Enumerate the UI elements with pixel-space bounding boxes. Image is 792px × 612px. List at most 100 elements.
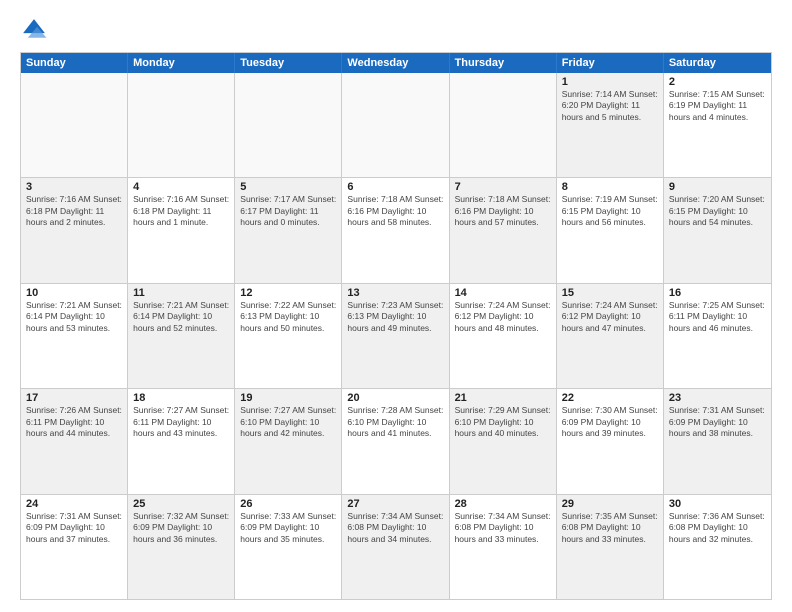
calendar-header: SundayMondayTuesdayWednesdayThursdayFrid… — [21, 53, 771, 73]
calendar-cell-day-26: 26Sunrise: 7:33 AM Sunset: 6:09 PM Dayli… — [235, 495, 342, 599]
day-number: 8 — [562, 181, 658, 193]
day-info: Sunrise: 7:30 AM Sunset: 6:09 PM Dayligh… — [562, 405, 658, 439]
calendar-cell-day-19: 19Sunrise: 7:27 AM Sunset: 6:10 PM Dayli… — [235, 389, 342, 493]
day-number: 3 — [26, 181, 122, 193]
calendar-cell-day-16: 16Sunrise: 7:25 AM Sunset: 6:11 PM Dayli… — [664, 284, 771, 388]
cal-header-day-thursday: Thursday — [450, 53, 557, 73]
day-number: 9 — [669, 181, 766, 193]
day-info: Sunrise: 7:18 AM Sunset: 6:16 PM Dayligh… — [455, 194, 551, 228]
day-info: Sunrise: 7:31 AM Sunset: 6:09 PM Dayligh… — [669, 405, 766, 439]
cal-header-day-tuesday: Tuesday — [235, 53, 342, 73]
calendar-cell-day-3: 3Sunrise: 7:16 AM Sunset: 6:18 PM Daylig… — [21, 178, 128, 282]
day-number: 15 — [562, 287, 658, 299]
cal-header-day-wednesday: Wednesday — [342, 53, 449, 73]
calendar-cell-day-9: 9Sunrise: 7:20 AM Sunset: 6:15 PM Daylig… — [664, 178, 771, 282]
day-number: 16 — [669, 287, 766, 299]
calendar-cell-day-23: 23Sunrise: 7:31 AM Sunset: 6:09 PM Dayli… — [664, 389, 771, 493]
day-number: 17 — [26, 392, 122, 404]
day-info: Sunrise: 7:29 AM Sunset: 6:10 PM Dayligh… — [455, 405, 551, 439]
calendar-row-3: 17Sunrise: 7:26 AM Sunset: 6:11 PM Dayli… — [21, 388, 771, 493]
calendar-cell-empty-0-4 — [450, 73, 557, 177]
day-info: Sunrise: 7:16 AM Sunset: 6:18 PM Dayligh… — [133, 194, 229, 228]
day-number: 11 — [133, 287, 229, 299]
calendar-cell-day-10: 10Sunrise: 7:21 AM Sunset: 6:14 PM Dayli… — [21, 284, 128, 388]
calendar-cell-day-8: 8Sunrise: 7:19 AM Sunset: 6:15 PM Daylig… — [557, 178, 664, 282]
day-info: Sunrise: 7:16 AM Sunset: 6:18 PM Dayligh… — [26, 194, 122, 228]
calendar-row-4: 24Sunrise: 7:31 AM Sunset: 6:09 PM Dayli… — [21, 494, 771, 599]
day-number: 14 — [455, 287, 551, 299]
day-info: Sunrise: 7:32 AM Sunset: 6:09 PM Dayligh… — [133, 511, 229, 545]
calendar-cell-day-27: 27Sunrise: 7:34 AM Sunset: 6:08 PM Dayli… — [342, 495, 449, 599]
calendar-row-1: 3Sunrise: 7:16 AM Sunset: 6:18 PM Daylig… — [21, 177, 771, 282]
calendar-cell-day-18: 18Sunrise: 7:27 AM Sunset: 6:11 PM Dayli… — [128, 389, 235, 493]
day-info: Sunrise: 7:34 AM Sunset: 6:08 PM Dayligh… — [347, 511, 443, 545]
day-info: Sunrise: 7:24 AM Sunset: 6:12 PM Dayligh… — [562, 300, 658, 334]
calendar-cell-empty-0-2 — [235, 73, 342, 177]
calendar-cell-day-14: 14Sunrise: 7:24 AM Sunset: 6:12 PM Dayli… — [450, 284, 557, 388]
calendar-cell-empty-0-0 — [21, 73, 128, 177]
day-info: Sunrise: 7:28 AM Sunset: 6:10 PM Dayligh… — [347, 405, 443, 439]
day-info: Sunrise: 7:33 AM Sunset: 6:09 PM Dayligh… — [240, 511, 336, 545]
calendar-cell-day-6: 6Sunrise: 7:18 AM Sunset: 6:16 PM Daylig… — [342, 178, 449, 282]
calendar-body: 1Sunrise: 7:14 AM Sunset: 6:20 PM Daylig… — [21, 73, 771, 599]
calendar-cell-day-13: 13Sunrise: 7:23 AM Sunset: 6:13 PM Dayli… — [342, 284, 449, 388]
calendar-cell-day-4: 4Sunrise: 7:16 AM Sunset: 6:18 PM Daylig… — [128, 178, 235, 282]
logo — [20, 16, 52, 44]
calendar-cell-day-7: 7Sunrise: 7:18 AM Sunset: 6:16 PM Daylig… — [450, 178, 557, 282]
calendar-cell-day-25: 25Sunrise: 7:32 AM Sunset: 6:09 PM Dayli… — [128, 495, 235, 599]
calendar-cell-day-11: 11Sunrise: 7:21 AM Sunset: 6:14 PM Dayli… — [128, 284, 235, 388]
day-number: 18 — [133, 392, 229, 404]
day-info: Sunrise: 7:18 AM Sunset: 6:16 PM Dayligh… — [347, 194, 443, 228]
cal-header-day-saturday: Saturday — [664, 53, 771, 73]
calendar-cell-day-24: 24Sunrise: 7:31 AM Sunset: 6:09 PM Dayli… — [21, 495, 128, 599]
day-info: Sunrise: 7:19 AM Sunset: 6:15 PM Dayligh… — [562, 194, 658, 228]
day-number: 4 — [133, 181, 229, 193]
day-number: 27 — [347, 498, 443, 510]
day-info: Sunrise: 7:23 AM Sunset: 6:13 PM Dayligh… — [347, 300, 443, 334]
calendar-cell-day-29: 29Sunrise: 7:35 AM Sunset: 6:08 PM Dayli… — [557, 495, 664, 599]
calendar-cell-day-22: 22Sunrise: 7:30 AM Sunset: 6:09 PM Dayli… — [557, 389, 664, 493]
calendar-cell-day-28: 28Sunrise: 7:34 AM Sunset: 6:08 PM Dayli… — [450, 495, 557, 599]
page: SundayMondayTuesdayWednesdayThursdayFrid… — [0, 0, 792, 612]
day-number: 24 — [26, 498, 122, 510]
day-number: 12 — [240, 287, 336, 299]
calendar-row-0: 1Sunrise: 7:14 AM Sunset: 6:20 PM Daylig… — [21, 73, 771, 177]
day-info: Sunrise: 7:17 AM Sunset: 6:17 PM Dayligh… — [240, 194, 336, 228]
day-number: 21 — [455, 392, 551, 404]
calendar-cell-day-2: 2Sunrise: 7:15 AM Sunset: 6:19 PM Daylig… — [664, 73, 771, 177]
calendar-cell-day-12: 12Sunrise: 7:22 AM Sunset: 6:13 PM Dayli… — [235, 284, 342, 388]
day-number: 13 — [347, 287, 443, 299]
day-number: 10 — [26, 287, 122, 299]
calendar-row-2: 10Sunrise: 7:21 AM Sunset: 6:14 PM Dayli… — [21, 283, 771, 388]
day-number: 26 — [240, 498, 336, 510]
day-info: Sunrise: 7:14 AM Sunset: 6:20 PM Dayligh… — [562, 89, 658, 123]
day-info: Sunrise: 7:21 AM Sunset: 6:14 PM Dayligh… — [26, 300, 122, 334]
calendar-cell-day-17: 17Sunrise: 7:26 AM Sunset: 6:11 PM Dayli… — [21, 389, 128, 493]
day-info: Sunrise: 7:31 AM Sunset: 6:09 PM Dayligh… — [26, 511, 122, 545]
cal-header-day-friday: Friday — [557, 53, 664, 73]
day-number: 2 — [669, 76, 766, 88]
day-info: Sunrise: 7:26 AM Sunset: 6:11 PM Dayligh… — [26, 405, 122, 439]
day-number: 28 — [455, 498, 551, 510]
calendar-cell-day-21: 21Sunrise: 7:29 AM Sunset: 6:10 PM Dayli… — [450, 389, 557, 493]
day-number: 20 — [347, 392, 443, 404]
day-number: 1 — [562, 76, 658, 88]
calendar-cell-day-30: 30Sunrise: 7:36 AM Sunset: 6:08 PM Dayli… — [664, 495, 771, 599]
day-number: 19 — [240, 392, 336, 404]
calendar: SundayMondayTuesdayWednesdayThursdayFrid… — [20, 52, 772, 600]
logo-icon — [20, 16, 48, 44]
day-info: Sunrise: 7:22 AM Sunset: 6:13 PM Dayligh… — [240, 300, 336, 334]
day-info: Sunrise: 7:25 AM Sunset: 6:11 PM Dayligh… — [669, 300, 766, 334]
calendar-cell-empty-0-1 — [128, 73, 235, 177]
day-info: Sunrise: 7:34 AM Sunset: 6:08 PM Dayligh… — [455, 511, 551, 545]
calendar-cell-day-5: 5Sunrise: 7:17 AM Sunset: 6:17 PM Daylig… — [235, 178, 342, 282]
day-info: Sunrise: 7:21 AM Sunset: 6:14 PM Dayligh… — [133, 300, 229, 334]
day-number: 7 — [455, 181, 551, 193]
day-info: Sunrise: 7:27 AM Sunset: 6:11 PM Dayligh… — [133, 405, 229, 439]
day-info: Sunrise: 7:27 AM Sunset: 6:10 PM Dayligh… — [240, 405, 336, 439]
day-number: 30 — [669, 498, 766, 510]
calendar-cell-day-1: 1Sunrise: 7:14 AM Sunset: 6:20 PM Daylig… — [557, 73, 664, 177]
cal-header-day-monday: Monday — [128, 53, 235, 73]
day-number: 29 — [562, 498, 658, 510]
calendar-cell-empty-0-3 — [342, 73, 449, 177]
